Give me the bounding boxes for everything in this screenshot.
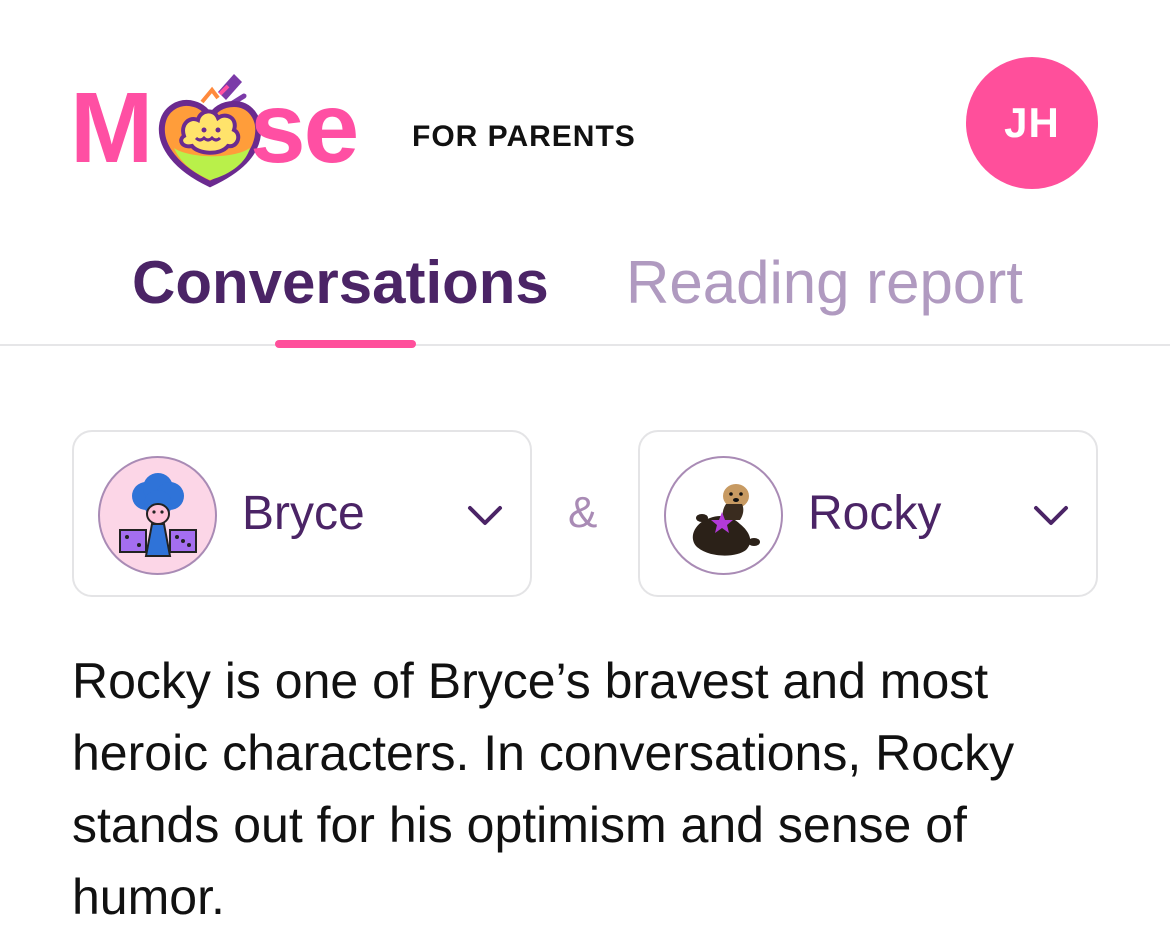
chevron-down-icon [468, 506, 502, 525]
character-name: Rocky [808, 487, 942, 540]
logo-letters-se: se [250, 72, 359, 184]
chevron-down-icon [1034, 506, 1068, 525]
character-description: Rocky is one of Bryce’s bravest and most… [72, 653, 1015, 925]
moose-logo[interactable]: M se [70, 72, 382, 190]
child-selector-dropdown[interactable]: Bryce [72, 430, 532, 597]
active-tab-indicator [275, 340, 416, 348]
child-name: Bryce [242, 487, 365, 540]
character-avatar [664, 456, 783, 575]
blue-character-avatar-icon [118, 472, 197, 557]
tab-conversations[interactable]: Conversations [132, 250, 549, 316]
tab-reading-report[interactable]: Reading report [626, 250, 1023, 316]
for-parents-label: FOR PARENTS [412, 120, 636, 153]
header: M se FOR PARENTS JH [0, 0, 1170, 220]
tab-bar: Conversations Reading report [0, 222, 1170, 348]
otter-plush-avatar-icon [692, 483, 760, 556]
logo-letter-m: M [70, 72, 154, 184]
character-selector-dropdown[interactable]: Rocky [638, 430, 1098, 597]
user-avatar-button[interactable]: JH [966, 57, 1098, 189]
child-avatar [98, 456, 217, 575]
selector-separator: & [568, 488, 598, 537]
moose-heart-logo-icon [158, 74, 262, 188]
